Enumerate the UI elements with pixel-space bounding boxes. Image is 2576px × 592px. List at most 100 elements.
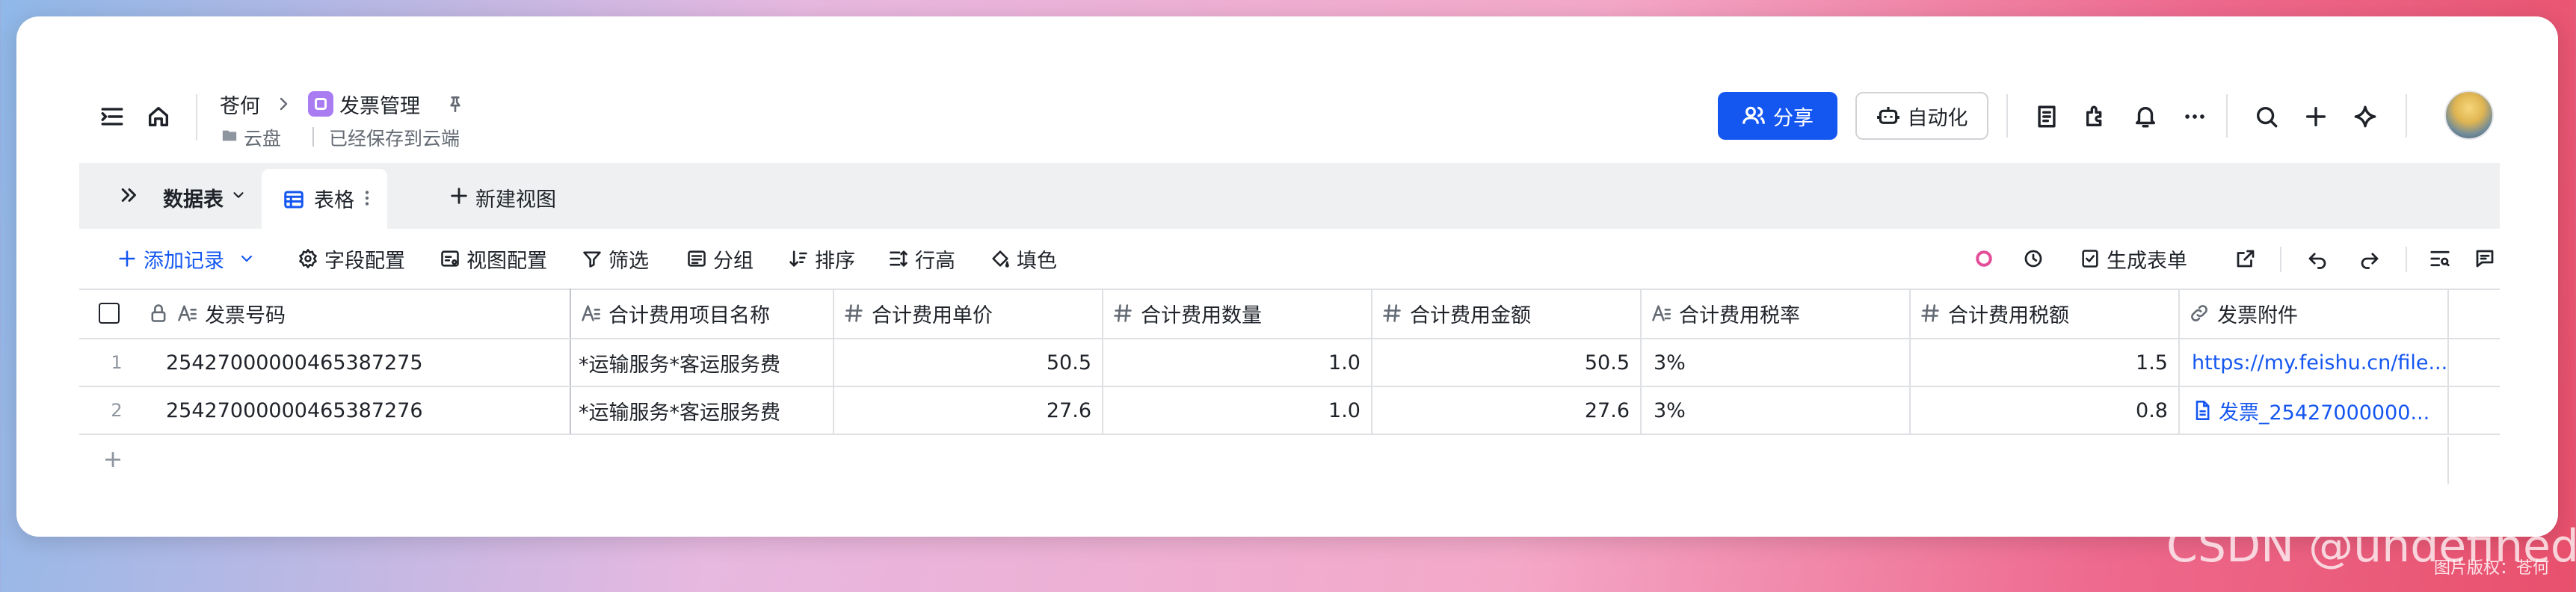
doc-title[interactable]: 发票管理 — [339, 90, 420, 119]
cell-quantity[interactable]: 1.0 — [1103, 387, 1372, 434]
cell-quantity[interactable]: 1.0 — [1103, 339, 1372, 386]
new-view-button[interactable]: 新建视图 — [475, 183, 556, 212]
redo-icon[interactable] — [2356, 245, 2383, 272]
cell-attachment-file[interactable]: 发票_25427000000... — [2180, 387, 2449, 434]
group-label: 分组 — [713, 249, 754, 273]
column-header-amount[interactable]: 合计费用金额 — [1372, 289, 1642, 338]
home-icon[interactable] — [144, 102, 173, 132]
number-field-icon — [1383, 304, 1401, 322]
share-out-icon[interactable] — [2232, 245, 2259, 272]
add-row-area[interactable] — [79, 437, 2449, 484]
cell-unit-price[interactable]: 27.6 — [834, 387, 1103, 434]
column-header-quantity[interactable]: 合计费用数量 — [1103, 289, 1372, 338]
divider — [2406, 94, 2407, 138]
cell-tax-amount[interactable]: 0.8 — [1911, 387, 2180, 434]
column-label: 发票号码 — [205, 303, 286, 327]
chevron-down-icon[interactable] — [238, 250, 256, 268]
generate-form-button[interactable]: 生成表单 — [2080, 245, 2187, 273]
select-all-checkbox[interactable] — [79, 289, 139, 338]
column-label: 合计费用税率 — [1679, 303, 1800, 327]
chevron-down-icon[interactable] — [230, 187, 247, 203]
number-field-icon — [845, 304, 863, 322]
column-header-invoice-number[interactable]: 发票号码 — [139, 289, 571, 338]
filter-button[interactable]: 筛选 — [582, 245, 649, 273]
view-config-button[interactable]: 视图配置 — [440, 245, 547, 273]
automation-button[interactable]: 自动化 — [1855, 92, 1988, 140]
undo-icon[interactable] — [2304, 245, 2331, 272]
bell-icon[interactable] — [2130, 102, 2160, 132]
search-icon[interactable] — [2252, 102, 2281, 132]
table-row[interactable]: 2 25427000000465387276 *运输服务*客运服务费 27.6 … — [79, 387, 2500, 435]
cell-tax-rate[interactable]: 3% — [1642, 339, 1911, 386]
cell-amount[interactable]: 27.6 — [1372, 387, 1642, 434]
column-header-unit-price[interactable]: 合计费用单价 — [834, 289, 1103, 338]
ai-sparkle-icon[interactable] — [2350, 102, 2380, 132]
filter-icon — [583, 251, 601, 268]
divider — [2006, 94, 2008, 138]
plugin-icon[interactable] — [2081, 102, 2111, 132]
plus-icon[interactable] — [449, 185, 469, 206]
view-config-label: 视图配置 — [466, 249, 547, 273]
tab-label: 表格 — [314, 189, 354, 212]
plus-icon[interactable] — [2301, 102, 2331, 132]
divider — [2406, 247, 2407, 272]
tab-more-icon[interactable] — [357, 188, 377, 208]
column-header-tax-rate[interactable]: 合计费用税率 — [1642, 289, 1911, 338]
cell-tax-amount[interactable]: 1.5 — [1911, 339, 2180, 386]
ai-ring-icon[interactable] — [1970, 245, 1997, 272]
share-button[interactable]: 分享 — [1718, 92, 1837, 140]
table-grid-icon — [284, 191, 303, 209]
pin-icon[interactable] — [443, 91, 468, 117]
filter-label: 筛选 — [608, 249, 649, 273]
sidebar-toggle-icon[interactable] — [97, 102, 127, 132]
row-number: 1 — [111, 352, 123, 373]
table-row[interactable]: 1 25427000000465387275 *运输服务*客运服务费 50.5 … — [79, 339, 2500, 387]
cell-amount[interactable]: 50.5 — [1372, 339, 1642, 386]
cell-unit-price[interactable]: 50.5 — [834, 339, 1103, 386]
avatar[interactable] — [2444, 90, 2494, 140]
base-doc-icon — [308, 91, 333, 117]
cell-item-name[interactable]: *运输服务*客运服务费 — [571, 339, 834, 386]
gear-icon — [299, 249, 317, 268]
comment-icon[interactable] — [2471, 245, 2498, 272]
row-height-label: 行高 — [915, 249, 955, 273]
share-label: 分享 — [1773, 106, 1814, 130]
add-record-button[interactable]: 添加记录 — [117, 245, 256, 273]
column-label: 合计费用数量 — [1141, 303, 1262, 327]
row-height-button[interactable]: 行高 — [888, 245, 955, 273]
sort-button[interactable]: 排序 — [788, 245, 855, 273]
table-menu[interactable]: 数据表 — [163, 183, 224, 212]
column-header-item-name[interactable]: 合计费用项目名称 — [571, 289, 834, 338]
cell-tax-rate[interactable]: 3% — [1642, 387, 1911, 434]
history-clock-icon[interactable] — [2020, 245, 2047, 272]
field-config-button[interactable]: 字段配置 — [298, 245, 405, 273]
breadcrumb-workspace[interactable]: 苍何 — [220, 90, 260, 119]
find-in-table-icon[interactable] — [2426, 245, 2453, 272]
number-field-icon — [1114, 304, 1132, 322]
automation-label: 自动化 — [1907, 106, 1968, 130]
row-number: 2 — [111, 400, 123, 421]
column-header-tax-amount[interactable]: 合计费用税额 — [1911, 289, 2180, 338]
top-bar: 苍何 发票管理 云盘 已经保存到云端 分享 自动化 — [16, 16, 2558, 163]
cell-invoice-number[interactable]: 25427000000465387275 — [154, 339, 571, 386]
add-row-plus-icon[interactable] — [102, 448, 124, 471]
number-field-icon — [1921, 304, 1939, 322]
cell-attachment-link[interactable]: https://my.feishu.cn/file... — [2180, 339, 2449, 386]
expand-sidebar-icon[interactable] — [118, 184, 141, 206]
table-header-row: 发票号码 合计费用项目名称 合计费用单价 合计费用数量 合计费用金额 合计费用税… — [79, 289, 2500, 339]
text-field-icon — [178, 305, 197, 321]
more-icon[interactable] — [2180, 102, 2210, 132]
column-header-attachment[interactable]: 发票附件 — [2180, 289, 2449, 338]
document-panel-icon[interactable] — [2032, 102, 2062, 132]
paint-bucket-icon — [992, 250, 1009, 268]
field-config-label: 字段配置 — [324, 249, 405, 273]
row-height-icon — [890, 250, 908, 267]
group-button[interactable]: 分组 — [686, 245, 754, 273]
doc-location[interactable]: 云盘 — [244, 124, 281, 151]
cell-item-name[interactable]: *运输服务*客运服务费 — [571, 387, 834, 434]
fill-color-button[interactable]: 填色 — [990, 245, 1057, 273]
tab-grid-view[interactable]: 表格 — [262, 169, 387, 229]
divider — [196, 94, 197, 141]
cell-invoice-number[interactable]: 25427000000465387276 — [154, 387, 571, 434]
divider — [312, 127, 314, 147]
